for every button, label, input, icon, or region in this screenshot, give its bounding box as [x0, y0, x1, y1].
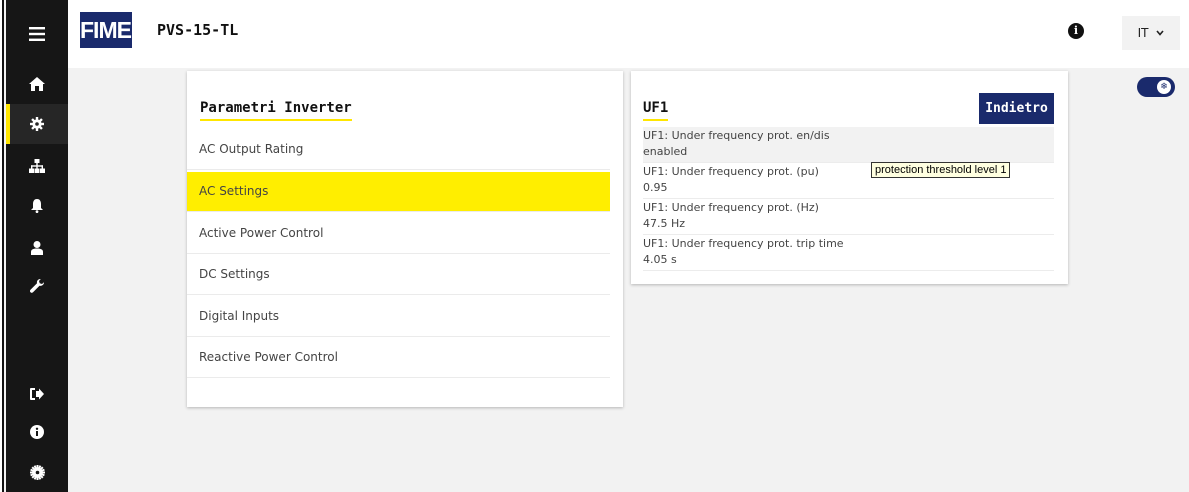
sidebar-item-home[interactable]	[6, 64, 68, 104]
home-icon	[29, 77, 45, 91]
info-circle-icon[interactable]: i	[1068, 23, 1084, 39]
parameters-list-card: Parametri Inverter AC Output Rating AC S…	[187, 71, 623, 407]
menu-item-ac-settings[interactable]: AC Settings	[187, 172, 610, 212]
param-label: UF1: Under frequency prot. en/dis	[643, 129, 830, 142]
settings-cog-icon	[29, 464, 45, 480]
menu-item-active-power-control[interactable]: Active Power Control	[187, 214, 610, 254]
tooltip: protection threshold level 1	[871, 162, 1011, 178]
user-icon	[31, 241, 43, 255]
menu-item-label: AC Settings	[199, 184, 269, 198]
sidebar-item-settings[interactable]	[6, 104, 68, 144]
back-button[interactable]: Indietro	[979, 93, 1054, 124]
chevron-down-icon	[1156, 30, 1165, 36]
param-label: UF1: Under frequency prot. (pu)	[643, 165, 819, 178]
menu-item-label: DC Settings	[199, 267, 270, 281]
menu-item-label: Reactive Power Control	[199, 350, 338, 364]
sidebar	[6, 0, 68, 492]
param-row[interactable]: UF1: Under frequency prot. trip time 4.0…	[643, 235, 1054, 271]
menu-item-label: Digital Inputs	[199, 309, 280, 323]
param-value: 47.5 Hz	[643, 217, 686, 230]
snowflake-icon: ❄	[1157, 80, 1171, 94]
fimer-logo: FIMER	[80, 12, 148, 48]
param-row[interactable]: UF1: Under frequency prot. (Hz) 47.5 Hz	[643, 199, 1054, 235]
hamburger-menu-icon	[29, 27, 45, 41]
menu-item-ac-output-rating[interactable]: AC Output Rating	[187, 130, 610, 170]
sidebar-item-user[interactable]	[6, 228, 68, 268]
detail-title: UF1	[643, 100, 669, 121]
menu-item-label: AC Output Rating	[199, 142, 304, 156]
window-edge	[0, 0, 4, 492]
top-header: FIMER PVS-15-TL i IT	[68, 0, 1189, 68]
logout-icon	[30, 388, 44, 400]
sidebar-item-logout[interactable]	[6, 374, 68, 414]
language-value: IT	[1137, 26, 1149, 40]
parameters-title: Parametri Inverter	[200, 100, 352, 121]
menu-item-reactive-power-control[interactable]: Reactive Power Control	[187, 338, 610, 378]
param-label: UF1: Under frequency prot. (Hz)	[643, 201, 819, 214]
param-value: 0.95	[643, 181, 668, 194]
info-icon	[30, 425, 44, 439]
param-row[interactable]: UF1: Under frequency prot. en/dis enable…	[643, 127, 1054, 163]
gear-icon	[30, 117, 44, 131]
param-value: 4.05 s	[643, 253, 677, 266]
menu-toggle-button[interactable]	[6, 14, 68, 54]
wrench-icon	[30, 279, 44, 293]
network-icon	[29, 159, 45, 173]
sidebar-item-network[interactable]	[6, 146, 68, 186]
menu-item-dc-settings[interactable]: DC Settings	[187, 255, 610, 295]
bell-icon	[31, 199, 43, 213]
device-name: PVS-15-TL	[157, 21, 239, 39]
sidebar-item-tools[interactable]	[6, 266, 68, 306]
language-selector[interactable]: IT	[1122, 16, 1180, 50]
sidebar-item-notifications[interactable]	[6, 186, 68, 226]
theme-toggle[interactable]: ❄	[1137, 77, 1175, 97]
menu-item-label: Active Power Control	[199, 226, 324, 240]
param-value: enabled	[643, 145, 688, 158]
param-label: UF1: Under frequency prot. trip time	[643, 237, 844, 250]
sidebar-item-system[interactable]	[6, 452, 68, 492]
sidebar-item-info[interactable]	[6, 412, 68, 452]
menu-item-digital-inputs[interactable]: Digital Inputs	[187, 297, 610, 337]
